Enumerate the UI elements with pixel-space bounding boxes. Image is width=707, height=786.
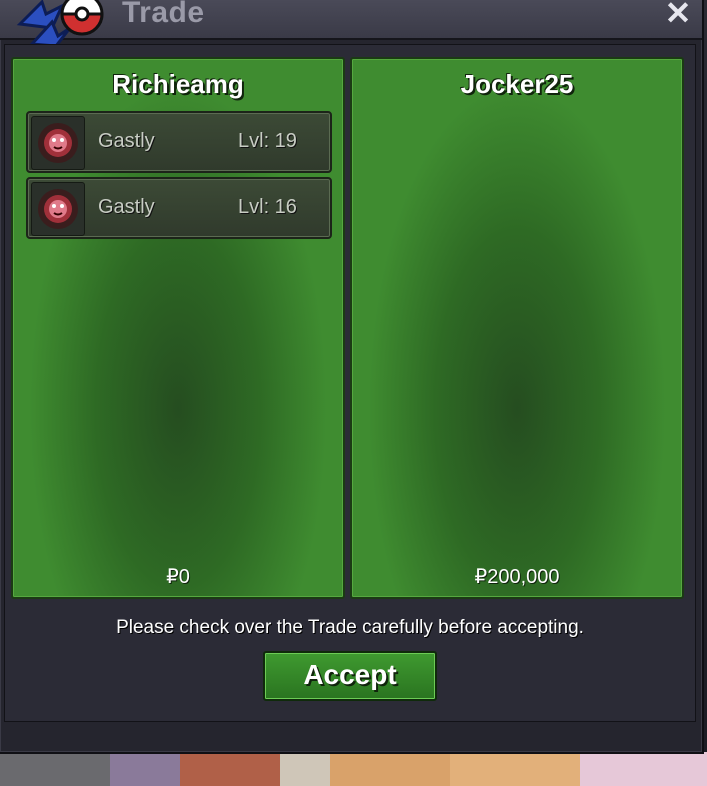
gastly-icon: [31, 182, 85, 236]
pokemon-name: Gastly: [98, 130, 155, 152]
pokemon-level: Lvl: 16: [238, 196, 297, 218]
pokemon-slot[interactable]: Gastly Lvl: 16: [26, 177, 332, 239]
right-player-name: Jocker25: [460, 69, 574, 99]
left-player-name: Richieamg: [112, 69, 244, 99]
window-title: Trade: [122, 0, 205, 29]
trade-window: Trade ✕ Richieamg Gastly Lvl: 19 Gastly …: [0, 0, 704, 754]
trade-notice: Please check over the Trade carefully be…: [116, 617, 584, 638]
trade-content: Richieamg Gastly Lvl: 19 Gastly Lvl: 16 …: [4, 44, 696, 722]
pokemon-slot[interactable]: Gastly Lvl: 19: [26, 111, 332, 173]
left-money-offer: ₽0: [166, 566, 190, 588]
left-trade-panel: Richieamg Gastly Lvl: 19 Gastly Lvl: 16 …: [11, 57, 345, 599]
game-world-strip: [0, 752, 707, 786]
close-button[interactable]: ✕: [662, 0, 694, 30]
pokemon-name: Gastly: [98, 196, 155, 218]
pokeball-icon: [16, 0, 104, 48]
right-money-offer: ₽200,000: [474, 566, 560, 588]
pokemon-level: Lvl: 19: [238, 130, 297, 152]
gastly-icon: [31, 116, 85, 170]
accept-button[interactable]: Accept: [263, 651, 437, 701]
right-trade-panel: Jocker25 ₽200,000: [350, 57, 684, 599]
title-bar[interactable]: Trade ✕: [0, 0, 702, 48]
